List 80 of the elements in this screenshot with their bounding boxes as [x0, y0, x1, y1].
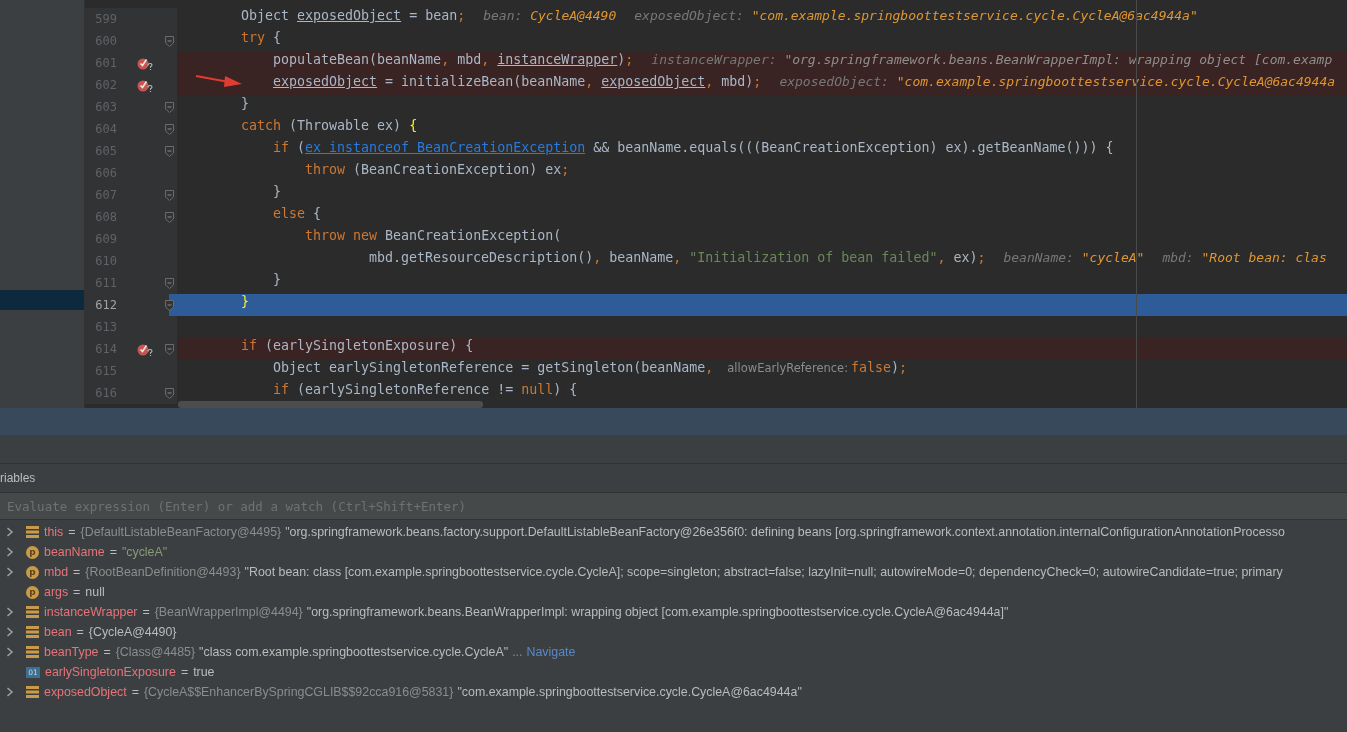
expand-caret-icon[interactable] [6, 547, 14, 557]
equals-sign: = [68, 525, 76, 539]
variable-value: {CycleA@4490} [88, 625, 177, 639]
equals-sign: = [180, 665, 189, 679]
line-number: 612 [94, 298, 117, 312]
variable-value: "org.springframework.beans.factory.support.DefaultListableBeanFactory@26e356f0: defining beans [org.springframework.context.annotation.internalConfigurationAnnotationProcesso [285, 525, 1285, 539]
panel-title[interactable]: riables [0, 471, 36, 485]
fold-marker-icon[interactable] [165, 387, 174, 399]
code-text: if (earlySingletonExposure) { [241, 338, 474, 355]
equals-sign: = [142, 605, 150, 619]
equals-sign: = [103, 645, 111, 659]
variable-name: args [44, 585, 69, 599]
code-text: else { [273, 206, 322, 223]
code-text: } [273, 184, 281, 201]
code-text: Object exposedObject = bean; bean: CycleA@4490 exposedObject: "com.example.springboottestservice.cycle.CycleA@6ac4944a" [241, 8, 1198, 25]
variable-value: "class com.example.springboottestservice.cycle.CycleA" [199, 645, 509, 659]
ellipsis-text: ... [512, 645, 523, 659]
fold-marker-icon[interactable] [165, 211, 174, 223]
expand-caret-icon[interactable] [6, 567, 14, 577]
code-text: exposedObject = initializeBean(beanName, exposedObject, mbd); exposedObject: "com.example.springboottestservice.cycle.CycleA@6ac4944a [273, 74, 1336, 91]
variable-value: "org.springframework.beans.BeanWrapperImpl: wrapping object [com.example.springboottestservice.cycle.CycleA@6ac4944a]" [306, 605, 1009, 619]
variable-type: {Class@4485} [115, 645, 196, 659]
fold-marker-icon[interactable] [165, 101, 174, 113]
code-text: catch (Throwable ex) { [241, 118, 418, 135]
code-text: } [241, 96, 249, 113]
navigate-link[interactable]: Navigate [526, 645, 576, 659]
stack-icon [26, 646, 39, 658]
variable-value: "com.example.springboottestservice.cycle.CycleA@6ac4944a" [457, 685, 802, 699]
fold-marker-icon[interactable] [165, 277, 174, 289]
variable-name: instanceWrapper [44, 605, 138, 619]
variable-type: {CycleA$$EnhancerBySpringCGLIB$$92cca916@5831} [143, 685, 454, 699]
pointer-arrow [195, 73, 243, 89]
variable-name: exposedObject [44, 685, 127, 699]
fold-marker-icon[interactable] [165, 145, 174, 157]
variable-type: {DefaultListableBeanFactory@4495} [80, 525, 282, 539]
code-text: throw (BeanCreationException) ex; [305, 162, 570, 179]
equals-sign: = [131, 685, 139, 699]
fold-marker-icon[interactable] [165, 343, 174, 355]
parameter-icon: p [26, 565, 39, 579]
variable-value: "cycleA" [121, 545, 168, 559]
variable-name: bean [44, 625, 72, 639]
equals-sign: = [109, 545, 117, 559]
expand-caret-icon[interactable] [6, 647, 14, 657]
parameter-icon: p [26, 585, 39, 599]
code-text: if (earlySingletonReference != null) { [273, 382, 578, 399]
variable-name: earlySingletonExposure [45, 665, 176, 679]
fold-marker-icon[interactable] [165, 123, 174, 135]
stack-icon [26, 526, 39, 538]
equals-sign: = [76, 625, 84, 639]
variable-type: {RootBeanDefinition@4493} [85, 565, 241, 579]
scrollbar[interactable] [178, 401, 483, 408]
code-text: throw new BeanCreationException( [305, 228, 562, 245]
code-text: populateBean(beanName, mbd, instanceWrapper); instanceWrapper: "org.springframework.beans.BeanWrapperImpl: wrapping object [com.examp [273, 52, 1333, 69]
code-text: mbd.getResourceDescription(), beanName, "Initialization of bean failed", ex); beanName: "cycleA" mbd: "Root bean: clas [369, 250, 1327, 267]
code-text: try { [241, 30, 282, 47]
expand-caret-icon[interactable] [6, 527, 14, 537]
variable-value: "Root bean: class [com.example.springboottestservice.cycle.CycleA]; scope=singleton; abstract=false; lazyInit=null; autowireMode=0; dependencyCheck=0; autowireCandidate=true; primary [244, 565, 1283, 579]
variable-name: beanName [44, 545, 105, 559]
equals-sign: = [73, 585, 81, 599]
fold-marker-icon[interactable] [165, 189, 174, 201]
stack-icon [26, 606, 39, 618]
variable-value: true [193, 665, 215, 679]
parameter-icon: p [26, 545, 39, 559]
variable-name: mbd [44, 565, 69, 579]
code-text: } [241, 294, 249, 311]
expand-caret-icon[interactable] [6, 687, 14, 697]
variable-name: this [44, 525, 64, 539]
code-text: } [273, 272, 281, 289]
stack-icon [26, 686, 39, 698]
fold-marker-icon[interactable] [165, 35, 174, 47]
stack-icon [26, 626, 39, 638]
fold-marker-icon[interactable] [165, 299, 174, 311]
code-text: if (ex instanceof BeanCreationException && beanName.equals(((BeanCreationException) ex).getBeanName())) { [273, 140, 1114, 157]
equals-sign: = [73, 565, 81, 579]
expand-caret-icon[interactable] [6, 607, 14, 617]
variable-type: {BeanWrapperImpl@4494} [154, 605, 303, 619]
variable-value: null [85, 585, 105, 599]
code-text: Object earlySingletonReference = getSingleton(beanName, allowEarlyReference: false); [273, 360, 908, 377]
variable-name: beanType [44, 645, 99, 659]
expand-caret-icon[interactable] [6, 627, 14, 637]
